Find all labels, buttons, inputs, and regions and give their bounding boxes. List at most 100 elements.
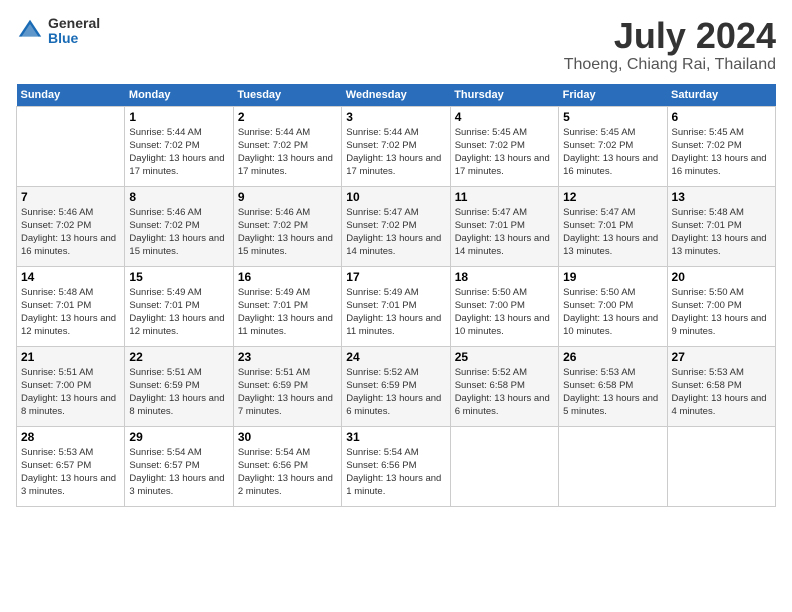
- cell-sun-info: Sunrise: 5:46 AM Sunset: 7:02 PM Dayligh…: [129, 206, 228, 259]
- calendar-cell: 4Sunrise: 5:45 AM Sunset: 7:02 PM Daylig…: [450, 106, 558, 186]
- cell-sun-info: Sunrise: 5:51 AM Sunset: 6:59 PM Dayligh…: [129, 366, 228, 419]
- cell-sun-info: Sunrise: 5:47 AM Sunset: 7:02 PM Dayligh…: [346, 206, 445, 259]
- date-number: 17: [346, 270, 445, 284]
- date-number: 29: [129, 430, 228, 444]
- calendar-cell: 19 Sunrise: 5:50 AM Sunset: 7:00 PM Dayli…: [559, 266, 667, 346]
- cell-sun-info: Sunrise: 5:53 AM Sunset: 6:58 PM Dayligh…: [672, 366, 771, 419]
- date-number: 11: [455, 190, 554, 204]
- cell-sun-info: Sunrise: 5:54 AM Sunset: 6:57 PM Dayligh…: [129, 446, 228, 499]
- date-number: 27: [672, 350, 771, 364]
- calendar-cell: 17 Sunrise: 5:49 AM Sunset: 7:01 PM Dayli…: [342, 266, 450, 346]
- cell-sun-info: Sunrise: 5:45 AM Sunset: 7:02 PM Dayligh…: [672, 126, 771, 179]
- column-header-saturday: Saturday: [667, 84, 775, 107]
- date-number: 16: [238, 270, 337, 284]
- calendar-week-3: 14Sunrise: 5:48 AM Sunset: 7:01 PM Dayli…: [17, 266, 776, 346]
- title-area: July 2024 Thoeng, Chiang Rai, Thailand: [564, 16, 776, 74]
- calendar-cell: 28Sunrise: 5:53 AM Sunset: 6:57 PM Dayli…: [17, 426, 125, 506]
- cell-sun-info: Sunrise: 5:48 AM Sunset: 7:01 PM Dayligh…: [672, 206, 771, 259]
- logo-text: General Blue: [48, 16, 100, 47]
- cell-sun-info: Sunrise: 5:52 AM Sunset: 6:59 PM Dayligh…: [346, 366, 445, 419]
- cell-sun-info: Sunrise: 5:49 AM Sunset: 7:01 PM Dayligh…: [346, 286, 445, 339]
- cell-sun-info: Sunrise: 5:49 AM Sunset: 7:01 PM Dayligh…: [238, 286, 337, 339]
- calendar-cell: 24Sunrise: 5:52 AM Sunset: 6:59 PM Dayli…: [342, 346, 450, 426]
- date-number: 31: [346, 430, 445, 444]
- calendar-cell: [667, 426, 775, 506]
- cell-sun-info: Sunrise: 5:51 AM Sunset: 6:59 PM Dayligh…: [238, 366, 337, 419]
- logo: General Blue: [16, 16, 100, 47]
- column-header-friday: Friday: [559, 84, 667, 107]
- cell-sun-info: Sunrise: 5:46 AM Sunset: 7:02 PM Dayligh…: [238, 206, 337, 259]
- date-number: 25: [455, 350, 554, 364]
- cell-sun-info: Sunrise: 5:47 AM Sunset: 7:01 PM Dayligh…: [455, 206, 554, 259]
- calendar-week-2: 7 Sunrise: 5:46 AM Sunset: 7:02 PM Daylig…: [17, 186, 776, 266]
- calendar-week-1: 1 Sunrise: 5:44 AM Sunset: 7:02 PM Daylig…: [17, 106, 776, 186]
- date-number: 3: [346, 110, 445, 124]
- logo-general-text: General: [48, 16, 100, 31]
- cell-sun-info: Sunrise: 5:50 AM Sunset: 7:00 PM Dayligh…: [455, 286, 554, 339]
- column-header-wednesday: Wednesday: [342, 84, 450, 107]
- date-number: 6: [672, 110, 771, 124]
- calendar-cell: 13 Sunrise: 5:48 AM Sunset: 7:01 PM Dayli…: [667, 186, 775, 266]
- date-number: 8: [129, 190, 228, 204]
- date-number: 22: [129, 350, 228, 364]
- calendar-cell: 20Sunrise: 5:50 AM Sunset: 7:00 PM Dayli…: [667, 266, 775, 346]
- page-header: General Blue July 2024 Thoeng, Chiang Ra…: [16, 16, 776, 74]
- calendar-cell: 7 Sunrise: 5:46 AM Sunset: 7:02 PM Daylig…: [17, 186, 125, 266]
- calendar-cell: 31Sunrise: 5:54 AM Sunset: 6:56 PM Dayli…: [342, 426, 450, 506]
- cell-sun-info: Sunrise: 5:50 AM Sunset: 7:00 PM Dayligh…: [563, 286, 662, 339]
- cell-sun-info: Sunrise: 5:45 AM Sunset: 7:02 PM Dayligh…: [563, 126, 662, 179]
- location-title: Thoeng, Chiang Rai, Thailand: [564, 56, 776, 74]
- column-header-thursday: Thursday: [450, 84, 558, 107]
- calendar-cell: 29 Sunrise: 5:54 AM Sunset: 6:57 PM Dayli…: [125, 426, 233, 506]
- calendar-cell: 27 Sunrise: 5:53 AM Sunset: 6:58 PM Dayli…: [667, 346, 775, 426]
- calendar-cell: 23 Sunrise: 5:51 AM Sunset: 6:59 PM Dayli…: [233, 346, 341, 426]
- cell-sun-info: Sunrise: 5:44 AM Sunset: 7:02 PM Dayligh…: [129, 126, 228, 179]
- month-title: July 2024: [564, 16, 776, 56]
- calendar-cell: 30 Sunrise: 5:54 AM Sunset: 6:56 PM Dayli…: [233, 426, 341, 506]
- calendar-cell: 25 Sunrise: 5:52 AM Sunset: 6:58 PM Dayli…: [450, 346, 558, 426]
- calendar-cell: 21 Sunrise: 5:51 AM Sunset: 7:00 PM Dayli…: [17, 346, 125, 426]
- date-number: 26: [563, 350, 662, 364]
- calendar-cell: [450, 426, 558, 506]
- date-number: 2: [238, 110, 337, 124]
- logo-blue-text: Blue: [48, 31, 100, 46]
- calendar-header-row: SundayMondayTuesdayWednesdayThursdayFrid…: [17, 84, 776, 107]
- date-number: 13: [672, 190, 771, 204]
- calendar-cell: 16 Sunrise: 5:49 AM Sunset: 7:01 PM Dayli…: [233, 266, 341, 346]
- calendar-body: 1 Sunrise: 5:44 AM Sunset: 7:02 PM Daylig…: [17, 106, 776, 506]
- calendar-cell: 8 Sunrise: 5:46 AM Sunset: 7:02 PM Daylig…: [125, 186, 233, 266]
- column-header-tuesday: Tuesday: [233, 84, 341, 107]
- cell-sun-info: Sunrise: 5:53 AM Sunset: 6:58 PM Dayligh…: [563, 366, 662, 419]
- calendar-cell: 1 Sunrise: 5:44 AM Sunset: 7:02 PM Daylig…: [125, 106, 233, 186]
- calendar-cell: 14Sunrise: 5:48 AM Sunset: 7:01 PM Dayli…: [17, 266, 125, 346]
- cell-sun-info: Sunrise: 5:44 AM Sunset: 7:02 PM Dayligh…: [238, 126, 337, 179]
- cell-sun-info: Sunrise: 5:52 AM Sunset: 6:58 PM Dayligh…: [455, 366, 554, 419]
- calendar-week-4: 21 Sunrise: 5:51 AM Sunset: 7:00 PM Dayli…: [17, 346, 776, 426]
- calendar-cell: 5 Sunrise: 5:45 AM Sunset: 7:02 PM Daylig…: [559, 106, 667, 186]
- column-header-monday: Monday: [125, 84, 233, 107]
- date-number: 7: [21, 190, 120, 204]
- date-number: 1: [129, 110, 228, 124]
- cell-sun-info: Sunrise: 5:47 AM Sunset: 7:01 PM Dayligh…: [563, 206, 662, 259]
- cell-sun-info: Sunrise: 5:54 AM Sunset: 6:56 PM Dayligh…: [238, 446, 337, 499]
- date-number: 28: [21, 430, 120, 444]
- date-number: 20: [672, 270, 771, 284]
- date-number: 14: [21, 270, 120, 284]
- cell-sun-info: Sunrise: 5:46 AM Sunset: 7:02 PM Dayligh…: [21, 206, 120, 259]
- calendar-cell: 6 Sunrise: 5:45 AM Sunset: 7:02 PM Daylig…: [667, 106, 775, 186]
- date-number: 23: [238, 350, 337, 364]
- date-number: 4: [455, 110, 554, 124]
- calendar-cell: [559, 426, 667, 506]
- calendar-cell: 2 Sunrise: 5:44 AM Sunset: 7:02 PM Daylig…: [233, 106, 341, 186]
- calendar-cell: 9Sunrise: 5:46 AM Sunset: 7:02 PM Daylig…: [233, 186, 341, 266]
- date-number: 18: [455, 270, 554, 284]
- logo-icon: [16, 17, 44, 45]
- calendar-table: SundayMondayTuesdayWednesdayThursdayFrid…: [16, 84, 776, 507]
- calendar-cell: 26 Sunrise: 5:53 AM Sunset: 6:58 PM Dayli…: [559, 346, 667, 426]
- date-number: 5: [563, 110, 662, 124]
- date-number: 30: [238, 430, 337, 444]
- cell-sun-info: Sunrise: 5:49 AM Sunset: 7:01 PM Dayligh…: [129, 286, 228, 339]
- date-number: 19: [563, 270, 662, 284]
- cell-sun-info: Sunrise: 5:51 AM Sunset: 7:00 PM Dayligh…: [21, 366, 120, 419]
- date-number: 21: [21, 350, 120, 364]
